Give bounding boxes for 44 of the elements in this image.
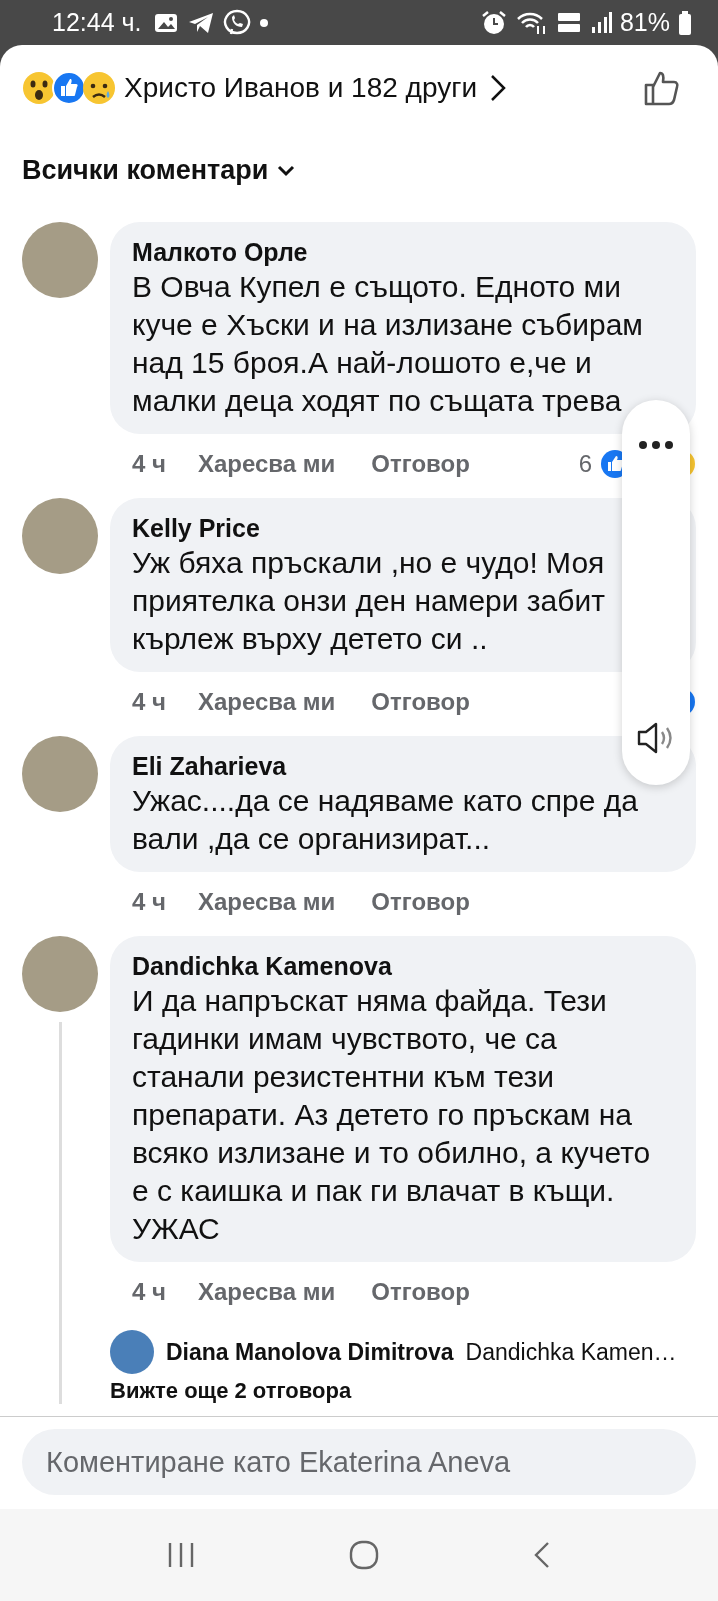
comment-input-field[interactable]: Коментиране като Ekaterina Aneva: [22, 1429, 696, 1495]
surprised-emoji-icon: [22, 71, 56, 105]
avatar-photo[interactable]: [110, 1330, 154, 1374]
like-link[interactable]: Харесва ми: [197, 888, 336, 916]
comments-filter-dropdown[interactable]: Всички коментари: [22, 155, 297, 186]
more-icon[interactable]: [638, 440, 674, 450]
comment-author[interactable]: Малкото Орле: [132, 236, 308, 268]
caret-icon: [276, 163, 297, 178]
like-link[interactable]: Харесва ми: [197, 688, 336, 716]
reaction-count: 6: [578, 450, 592, 478]
comment-text: И да напръскат няма файда. Тези гадинки имам чувството, че са станали резистентни към тези препарати. Аз детето го пръскам на всяко излизане и то обилно, а кучето е с каишка и пак ги влачат в къщи. УЖАС: [132, 983, 652, 1247]
comment-time: 4 ч: [132, 450, 166, 478]
paper-plane-icon: [187, 10, 216, 35]
comment-author[interactable]: Eli Zaharieva: [132, 750, 287, 782]
battery-percentage: 81%: [619, 8, 670, 37]
like-reaction-icon: [52, 71, 86, 105]
comment-text: В Овча Купел е същото. Едното ми куче е Хъски и на излизане събирам над 15 броя.А най-лошото е,че и малки деца ходят по същата трева: [132, 269, 644, 419]
back-icon[interactable]: [532, 1540, 552, 1570]
reply-link[interactable]: Отговор: [371, 888, 470, 916]
comment-text: Ужас....да се надяваме като спре да вали ,да се организират...: [132, 783, 639, 857]
dot-icon: [259, 17, 270, 28]
like-link[interactable]: Харесва ми: [197, 450, 336, 478]
comment-author[interactable]: Dandichka Kamenova: [132, 950, 392, 982]
home-icon[interactable]: [348, 1539, 380, 1571]
phone-bubble-icon: [223, 8, 252, 37]
signal-icon: [589, 10, 612, 35]
sad-emoji-icon: [82, 71, 116, 105]
reply-link[interactable]: Отговор: [371, 688, 470, 716]
battery-icon: [678, 9, 692, 36]
comment-time: 4 ч: [132, 888, 166, 916]
comment-time: 4 ч: [132, 688, 166, 716]
reactions-summary[interactable]: Христо Иванов и 182 други: [124, 72, 478, 104]
reply-author[interactable]: Diana Manolova Dimitrova: [166, 1338, 454, 1366]
reply-link[interactable]: Отговор: [371, 1278, 470, 1306]
comment-author[interactable]: Kelly Price: [132, 512, 260, 544]
status-time: 12:44 ч.: [52, 8, 142, 37]
reply-text: Dandichka Kamen…: [465, 1338, 677, 1366]
view-more-replies-link[interactable]: Вижте още 2 отговора: [110, 1378, 352, 1404]
recent-apps-icon[interactable]: [166, 1541, 196, 1569]
comment-text: Уж бяха пръскали ,но е чудо! Моя приятелка онзи ден намери забит кърлеж върху детето си ..: [132, 545, 606, 657]
like-link[interactable]: Харесва ми: [197, 1278, 336, 1306]
comment-time: 4 ч: [132, 1278, 166, 1306]
reply-link[interactable]: Отговор: [371, 450, 470, 478]
chevron-right-icon[interactable]: [489, 73, 508, 103]
